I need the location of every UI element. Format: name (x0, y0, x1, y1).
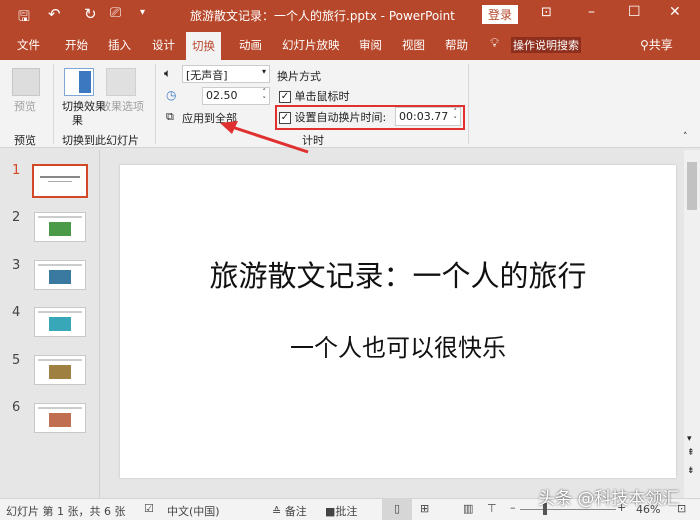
tab-design[interactable]: 设计 (152, 37, 175, 53)
slide-thumbnail-4[interactable] (34, 307, 86, 337)
ribbon-display-icon[interactable]: ⊡ (541, 5, 552, 20)
group-label-timing: 计时 (302, 134, 324, 147)
tab-file[interactable]: 文件 (17, 37, 40, 53)
slide-canvas[interactable]: 旅游散文记录：一个人的旅行 一个人也可以很快乐 (120, 165, 676, 478)
slide-thumbnail-1[interactable] (32, 164, 88, 198)
slide-thumbnail-6[interactable] (34, 403, 86, 433)
on-click-label: 单击鼠标时 (294, 90, 350, 103)
slide-info: 幻灯片 第 1 张，共 6 张 (6, 505, 126, 518)
reading-view-icon[interactable]: ▥ (463, 502, 473, 515)
advance-slide-label: 换片方式 (277, 70, 321, 83)
comment-icon: ■ (325, 505, 336, 518)
zoom-out-button[interactable]: – (510, 501, 516, 514)
slide-subtitle[interactable]: 一个人也可以很快乐 (120, 328, 676, 363)
apply-all-button[interactable]: 应用到全部 (182, 110, 237, 126)
notes-label: 备注 (284, 505, 307, 518)
notes-button[interactable]: ≙ 备注 (272, 503, 307, 519)
watermark: 头条 @科技本领汇 (538, 489, 680, 509)
sound-value: [无声音] (186, 69, 228, 82)
save-icon[interactable]: 🖫 (18, 6, 30, 30)
preview-icon[interactable] (12, 68, 40, 96)
tab-slideshow[interactable]: 幻灯片放映 (282, 37, 340, 53)
sound-dropdown[interactable]: [无声音] ▾ (182, 65, 270, 83)
login-button[interactable]: 登录 (482, 5, 519, 24)
present-icon[interactable]: ⎚ (110, 5, 121, 21)
chevron-down-icon: ▾ (261, 67, 266, 76)
slide-number: 1 (12, 163, 21, 178)
undo-icon[interactable]: ↶ (48, 5, 61, 23)
slideshow-icon[interactable]: ⊤ (487, 502, 497, 515)
slide-title[interactable]: 旅游散文记录：一个人的旅行 (120, 253, 676, 295)
window-title: 旅游散文记录：一个人的旅行.pptx - PowerPoint (190, 9, 455, 23)
minimize-icon[interactable]: – (588, 4, 595, 20)
duration-input[interactable]: 02.50 ˄ ˅ (202, 87, 270, 105)
language-status[interactable]: 中文(中国) (167, 503, 220, 519)
group-label-transition: 切换到此幻灯片 (62, 134, 139, 147)
slide-number: 6 (12, 400, 21, 415)
transition-effect-icon[interactable] (64, 68, 94, 96)
clock-icon: ◷ (166, 88, 177, 102)
effect-options-icon (106, 68, 136, 96)
scroll-down-icon[interactable]: ▾ (687, 434, 692, 444)
on-click-checkbox[interactable]: ✓ 单击鼠标时 (279, 88, 350, 104)
lightbulb-icon: 💡︎ (490, 36, 500, 51)
collapse-ribbon-icon[interactable]: ˄ (683, 132, 688, 142)
checkmark-icon: ✓ (279, 91, 291, 103)
customize-icon[interactable]: ▾ (140, 7, 145, 18)
spinner-icon[interactable]: ˄ ˅ (263, 88, 267, 104)
highlight-box (275, 105, 465, 130)
tab-help[interactable]: 帮助 (445, 37, 468, 53)
close-icon[interactable]: ✕ (669, 4, 681, 20)
slide-thumbnail-2[interactable] (34, 212, 86, 242)
person-icon: ⚲ (640, 38, 649, 52)
slide-number: 4 (12, 305, 21, 320)
preview-button[interactable]: 预览 (14, 98, 36, 114)
effect-options-button: 效果选项 (100, 100, 144, 113)
slide-number: 3 (12, 258, 21, 273)
ribbon: 预览 预览 切换效果 果 效果选项 切换到此幻灯片 🔈︎ [无声音] ▾ ◷ 02… (0, 60, 700, 148)
slide-sorter-icon[interactable]: ⊞ (420, 502, 429, 515)
tab-review[interactable]: 审阅 (359, 37, 382, 53)
scroll-thumb[interactable] (687, 162, 697, 210)
redo-icon[interactable]: ↻ (84, 5, 97, 23)
sound-icon: 🔈︎ (164, 66, 172, 80)
spellcheck-icon[interactable]: ☑ (144, 502, 154, 515)
share-button[interactable]: ⚲共享 (640, 36, 673, 53)
duration-value: 02.50 (206, 89, 238, 102)
apply-all-icon: ⧉ (166, 110, 174, 123)
zoom-slider[interactable] (520, 503, 616, 515)
vertical-scrollbar[interactable]: ▾ ⇞ ⇟ (684, 150, 700, 498)
comments-label: 批注 (335, 505, 358, 518)
ribbon-tabs: 文件 开始 插入 设计 切换 动画 幻灯片放映 审阅 视图 帮助 💡︎ 操作说明… (0, 30, 700, 60)
normal-view-icon[interactable]: ▯ (382, 499, 412, 520)
slide-number: 5 (12, 353, 21, 368)
slide-number: 2 (12, 210, 21, 225)
group-label-preview: 预览 (14, 134, 36, 147)
slide-thumbnail-5[interactable] (34, 355, 86, 385)
tab-view[interactable]: 视图 (402, 37, 425, 53)
tab-home[interactable]: 开始 (65, 37, 88, 53)
transition-effect-button-line2[interactable]: 果 (72, 112, 83, 128)
title-bar: 🖫 ↶ ↻ ⎚ ▾ 旅游散文记录：一个人的旅行.pptx - PowerPoin… (0, 0, 700, 30)
next-slide-icon[interactable]: ⇟ (687, 466, 695, 476)
notes-icon: ≙ (272, 505, 282, 518)
comments-button[interactable]: ■批注 (325, 503, 357, 519)
slide-thumbnail-panel[interactable]: 1 2 3 4 5 6 (0, 150, 100, 498)
maximize-icon[interactable]: ☐ (628, 4, 641, 20)
slide-thumbnail-3[interactable] (34, 260, 86, 290)
tab-animations[interactable]: 动画 (239, 37, 262, 53)
share-label: 共享 (648, 38, 673, 52)
prev-slide-icon[interactable]: ⇞ (687, 448, 695, 458)
tab-insert[interactable]: 插入 (108, 37, 131, 53)
tell-me-search[interactable]: 操作说明搜索 (511, 37, 581, 53)
tab-transitions[interactable]: 切换 (186, 32, 221, 60)
